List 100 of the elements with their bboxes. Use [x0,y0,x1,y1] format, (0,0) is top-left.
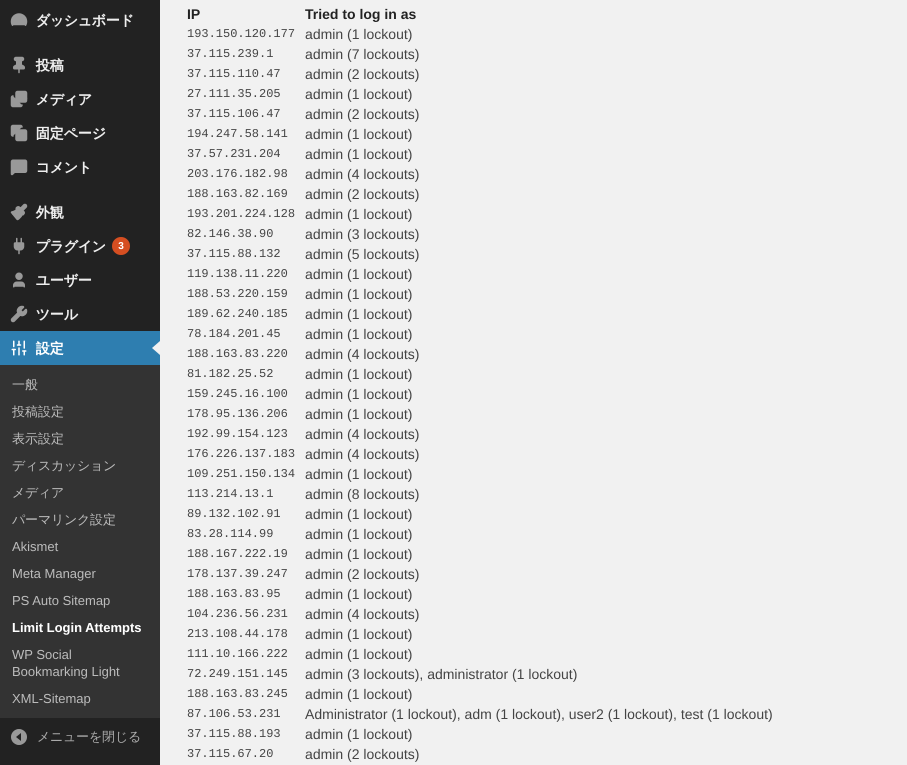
collapse-icon [11,729,27,745]
username-cell-text: admin (2 lockouts) [305,745,420,764]
ip-cell-text: 82.146.38.90 [187,226,274,243]
username-cell-text: admin (8 lockouts) [305,485,420,504]
ip-cell: 87.106.53.231 [187,704,306,724]
submenu-item[interactable]: PS Auto Sitemap [0,587,160,614]
ip-cell-text: 119.138.11.220 [187,266,289,283]
ip-cell-text: 192.99.154.123 [187,426,289,443]
submenu-item[interactable]: 表示設定 [0,425,160,452]
username-cell-text: admin (4 lockouts) [305,445,420,464]
submenu-item[interactable]: Akismet [0,533,160,560]
submenu-item[interactable]: パーマリンク設定 [0,506,160,533]
user-icon [10,271,28,289]
ip-cell-text: 72.249.151.145 [187,666,289,683]
username-cell-text: admin (1 lockout) [305,265,414,284]
pages-icon [10,124,28,142]
menu-item[interactable]: プラグイン 3 [0,229,160,263]
ip-cell-text: 188.163.83.245 [187,686,289,703]
ip-cell-text: 37.115.88.132 [187,246,282,263]
username-cell-text: Administrator (1 lockout), adm (1 lockout), user2 (1 lockout), test (1 lockout) [305,705,774,724]
ip-cell-text: 37.115.239.1 [187,46,274,63]
username-cell-text: admin (1 lockout) [305,25,414,44]
ip-cell-text: 178.95.136.206 [187,406,289,423]
images-icon [10,90,28,108]
ip-cell-text: 37.115.110.47 [187,66,282,83]
username-cell-text: admin (4 lockouts) [305,165,420,184]
submenu-item[interactable]: ディスカッション [0,452,160,479]
collapse-menu-button[interactable]: メニューを閉じる [0,719,160,755]
submenu-item[interactable]: Meta Manager [0,560,160,587]
menu-item[interactable]: ツール [0,297,160,331]
ip-cell-text: 27.111.35.205 [187,86,282,103]
ip-cell-text: 189.62.240.185 [187,306,289,323]
count-badge: 3 [112,237,130,255]
ip-cell-text: 188.167.222.19 [187,546,289,563]
menu-item[interactable]: 外観 [0,195,160,229]
ip-cell-text: 188.163.83.220 [187,346,289,363]
ip-cell-text: 159.245.16.100 [187,386,289,403]
username-cell-text: admin (1 lockout) [305,405,414,424]
username-cell-text: admin (4 lockouts) [305,605,420,624]
submenu-item[interactable]: Limit Login Attempts [0,614,160,641]
username-cell-text: admin (1 lockout) [305,385,414,404]
username-cell-text: admin (1 lockout) [305,325,414,344]
username-cell-text: admin (1 lockout) [305,645,414,664]
ip-cell-text: 81.182.25.52 [187,366,274,383]
username-cell-text: admin (1 lockout) [305,525,414,544]
ip-cell-text: 111.10.166.222 [187,646,289,663]
menu-item[interactable]: メディア [0,82,160,116]
ip-cell-text: 203.176.182.98 [187,166,289,183]
ip-cell-text: 78.184.201.45 [187,326,282,343]
ip-cell-text: 37.115.106.47 [187,106,282,123]
username-cell-text: admin (1 lockout) [305,85,414,104]
ip-cell-text: 89.132.102.91 [187,506,282,523]
menu-item[interactable]: 固定ページ [0,116,160,150]
username-cell-text: admin (1 lockout) [305,545,414,564]
ip-cell-text: 188.163.83.95 [187,586,282,603]
username-cell-text: admin (1 lockout) [305,685,414,704]
submenu-item[interactable]: 投稿設定 [0,398,160,425]
ip-cell-text: 176.226.137.183 [187,446,296,463]
ip-cell-text: 37.115.88.193 [187,726,282,743]
username-cell-text: admin (1 lockout) [305,305,414,324]
column-header: Tried to log in as [305,5,418,24]
username-cell-text: admin (2 lockouts) [305,65,420,84]
menu-item[interactable]: ユーザー [0,263,160,297]
username-cell-text: admin (1 lockout) [305,205,414,224]
ip-cell-text: 193.201.224.128 [187,206,296,223]
menu-item[interactable]: 投稿 [0,48,160,82]
username-cell-text: admin (1 lockout) [305,285,414,304]
menu-item[interactable]: ダッシュボード [0,3,160,37]
menu-item[interactable]: コメント [0,150,160,184]
ip-cell-text: 37.57.231.204 [187,146,282,163]
submenu-item[interactable]: WP Social Bookmarking Light [0,641,160,685]
pin-icon [10,56,28,74]
column-header: IP [187,4,306,24]
ip-cell-text: 113.214.13.1 [187,486,274,503]
username-cell-text: admin (1 lockout) [305,505,414,524]
menu-item[interactable]: 設定 [0,331,160,365]
username-cell-text: admin (1 lockout) [305,725,414,744]
username-cell-text: admin (2 lockouts) [305,105,420,124]
ip-cell-text: 193.150.120.177 [187,26,296,43]
paintbrush-icon [10,203,28,221]
ip-cell-text: 188.53.220.159 [187,286,289,303]
username-cell-text: admin (7 lockouts) [305,45,420,64]
submenu-item[interactable]: 一般 [0,371,160,398]
ip-cell-text: 83.28.114.99 [187,526,274,543]
submenu-item[interactable]: XML-Sitemap [0,685,160,712]
username-cell-text: admin (2 lockouts) [305,185,420,204]
wrench-icon [10,305,28,323]
username-cell-text: admin (3 lockouts) [305,225,420,244]
ip-cell-text: 109.251.150.134 [187,466,296,483]
username-cell-text: admin (1 lockout) [305,145,414,164]
speech-bubble-icon [10,158,28,176]
sliders-icon [10,339,28,357]
username-cell-text: admin (1 lockout) [305,585,414,604]
username-cell-text: admin (1 lockout) [305,625,414,644]
pointer-icon [152,341,160,355]
username-cell-text: admin (1 lockout) [305,465,414,484]
submenu-item[interactable]: メディア [0,479,160,506]
ip-cell-text: 178.137.39.247 [187,566,289,583]
username-cell-text: admin (1 lockout) [305,365,414,384]
username-cell-text: admin (3 lockouts), administrator (1 lockout) [305,665,578,684]
